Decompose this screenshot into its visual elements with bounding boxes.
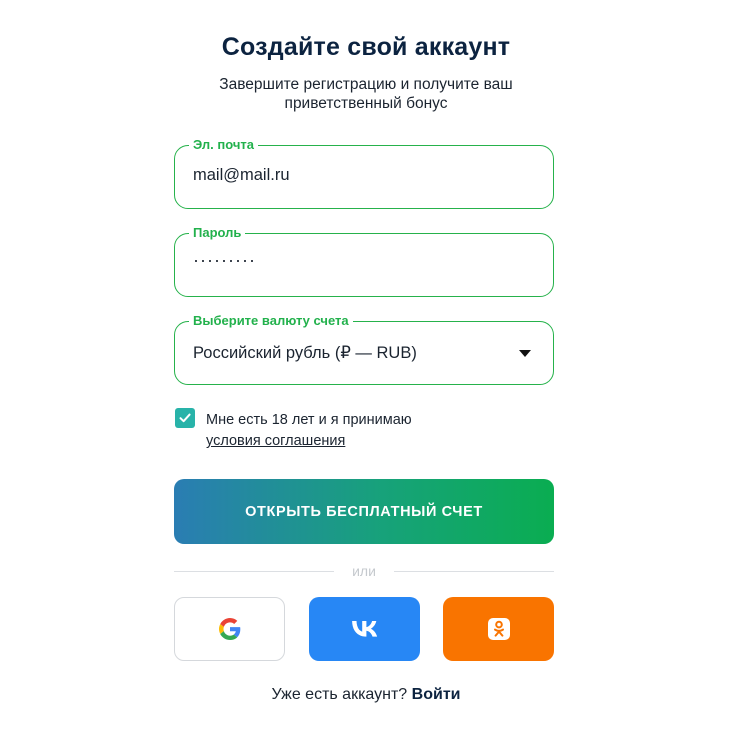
caret-down-icon[interactable]: [519, 350, 531, 357]
google-icon: [218, 618, 240, 640]
password-label: Пароль: [189, 225, 246, 241]
page-subtitle: Завершите регистрацию и получите ваш при…: [219, 76, 513, 112]
odnoklassniki-login-button[interactable]: [443, 597, 554, 661]
password-field[interactable]: Пароль ·········: [174, 225, 554, 297]
login-prompt: Уже есть аккаунт? Войти: [0, 686, 732, 704]
divider-line-right: [394, 571, 554, 572]
password-input[interactable]: ·········: [193, 250, 256, 271]
or-divider: или: [174, 563, 554, 581]
vk-login-button[interactable]: [309, 597, 420, 661]
agreement-checkbox[interactable]: [175, 408, 195, 428]
email-field[interactable]: Эл. почта: [174, 137, 554, 209]
currency-label: Выберите валюту счета: [189, 313, 353, 329]
google-login-button[interactable]: [174, 597, 285, 661]
agreement-text: Мне есть 18 лет и я принимаю: [206, 412, 412, 428]
email-label: Эл. почта: [189, 137, 259, 153]
login-question: Уже есть аккаунт?: [271, 686, 408, 703]
currency-select[interactable]: Выберите валюту счета Российский рубль (…: [174, 313, 554, 385]
open-account-button[interactable]: ОТКРЫТЬ БЕСПЛАТНЫЙ СЧЕТ: [174, 479, 554, 544]
page-title: Создайте свой аккаунт: [221, 33, 511, 61]
checkmark-icon: [179, 413, 191, 423]
odnoklassniki-icon: [487, 618, 510, 640]
login-link[interactable]: Войти: [412, 686, 461, 703]
agreement-text-block: Мне есть 18 лет и я принимаю условия сог…: [206, 410, 412, 452]
currency-selected-value: Российский рубль (₽ — RUB): [193, 344, 417, 362]
agreement-terms-link[interactable]: условия соглашения: [206, 433, 345, 449]
vk-icon: [351, 621, 377, 637]
email-input[interactable]: [193, 166, 523, 185]
